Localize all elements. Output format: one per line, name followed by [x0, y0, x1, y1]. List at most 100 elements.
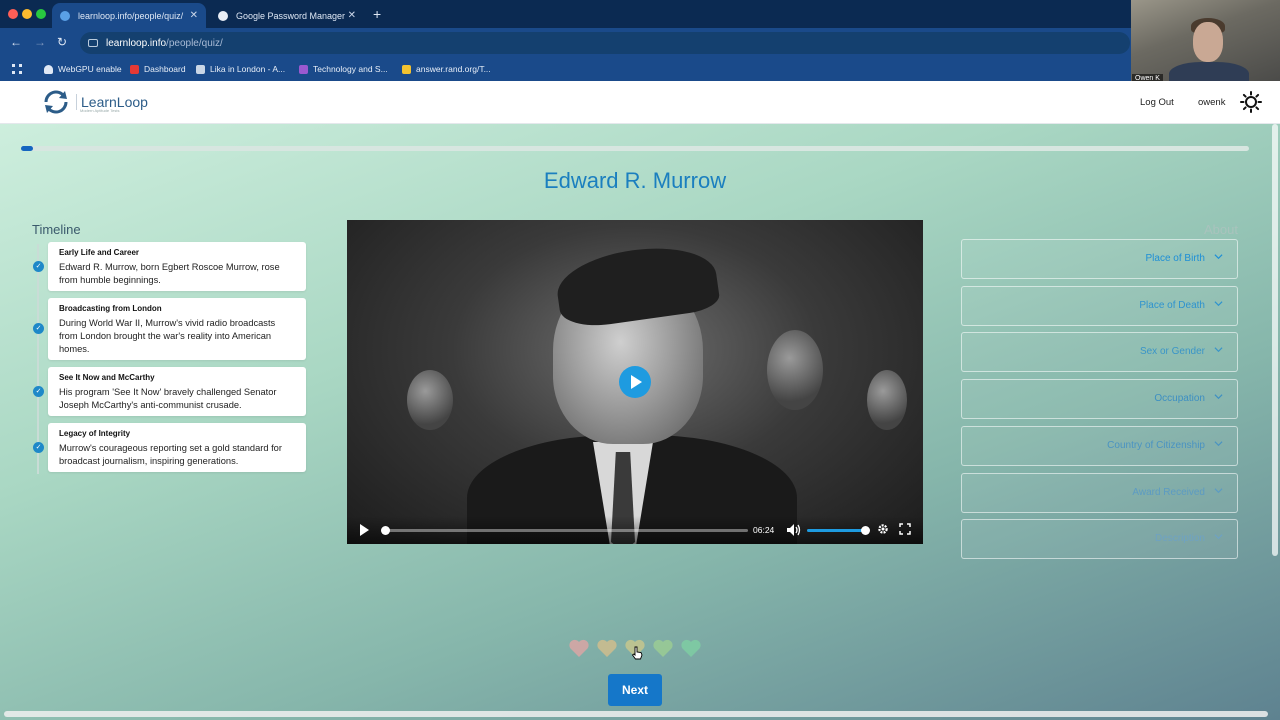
chevron-down-icon — [1214, 534, 1223, 540]
theme-toggle-icon[interactable] — [1240, 91, 1262, 113]
quiz-progress-bar — [21, 146, 1249, 151]
chevron-down-icon — [1214, 300, 1223, 306]
about-accordion-label: Award Received — [1132, 486, 1205, 498]
timeline-line — [37, 244, 39, 474]
close-tab-icon[interactable]: ✕ — [190, 10, 198, 21]
timeline-heading: Timeline — [32, 222, 81, 237]
video-controls: 06:24 — [347, 516, 923, 544]
person-name-title: Edward R. Murrow — [543, 168, 727, 193]
chevron-down-icon — [1214, 394, 1223, 400]
reload-icon[interactable]: ↻ — [57, 35, 67, 49]
pin-icon — [402, 64, 411, 74]
play-icon[interactable] — [360, 524, 369, 536]
forward-icon[interactable]: → — [34, 35, 46, 49]
about-accordion-label: Occupation — [1154, 393, 1205, 405]
logout-link[interactable]: Log Out — [1140, 97, 1174, 108]
username[interactable]: owenk — [1198, 97, 1225, 108]
play-overlay-button[interactable] — [619, 366, 651, 398]
timeline-item-text: His program 'See It Now' bravely challen… — [59, 387, 277, 410]
chart-icon — [299, 64, 308, 74]
webcam-overlay: Owen K — [1131, 0, 1280, 84]
chevron-down-icon — [1214, 441, 1223, 446]
fullscreen-icon[interactable] — [899, 523, 911, 535]
site-settings-icon[interactable] — [88, 39, 98, 47]
about-accordion-item[interactable]: Description — [961, 519, 1238, 560]
volume-icon[interactable] — [787, 524, 801, 536]
timeline-item-text: Murrow's courageous reporting set a gold… — [59, 443, 282, 466]
heart-rating-icon[interactable] — [568, 638, 590, 658]
bookmark-technology[interactable]: Technology and S... — [299, 64, 388, 74]
quiz-progress-fill — [21, 146, 34, 151]
video-player[interactable]: 06:24 — [347, 220, 923, 544]
tab-password-manager-label: Google Password Manager — [236, 10, 346, 21]
about-accordion-label: Sex or Gender — [1139, 346, 1205, 358]
bookmark-lika-label: Lika in London - A... — [210, 64, 286, 74]
bookmark-rand-label: answer.rand.org/T... — [416, 64, 491, 74]
check-circle-icon: ✓ — [33, 386, 44, 397]
settings-gear-icon[interactable] — [877, 523, 889, 535]
bookmark-dashboard[interactable]: Dashboard — [130, 64, 186, 74]
timeline-item: Broadcasting from London During World Wa… — [48, 298, 306, 360]
new-tab-icon[interactable]: + — [373, 6, 381, 22]
next-button[interactable]: Next — [608, 674, 662, 706]
video-duration: 06:24 — [753, 525, 775, 535]
close-tab-icon[interactable]: ✕ — [348, 10, 356, 21]
heart-rating-icon[interactable] — [596, 638, 618, 658]
back-icon[interactable]: ← — [10, 35, 22, 49]
seek-bar[interactable] — [381, 526, 748, 535]
horizontal-scrollbar[interactable] — [4, 711, 1268, 717]
about-accordion-label: Place of Birth — [1145, 253, 1205, 264]
minimize-window-button[interactable] — [22, 9, 32, 19]
seek-handle[interactable] — [381, 526, 390, 535]
about-accordion-item[interactable]: Place of Death — [961, 285, 1238, 326]
tab-learnloop-label: learnloop.info/people/quiz/ — [78, 10, 184, 21]
globe-icon — [60, 10, 70, 21]
heart-rating-icon[interactable] — [652, 638, 674, 658]
url-input[interactable]: learnloop.info/people/quiz/ — [80, 32, 1130, 54]
bookmarks-bar: WebGPU enable Dashboard Lika in London -… — [0, 58, 1280, 81]
check-circle-icon: ✓ — [33, 261, 44, 272]
timeline-item: Legacy of Integrity Murrow's courageous … — [48, 423, 306, 472]
about-accordion-item[interactable]: Sex or Gender — [961, 332, 1238, 373]
about-accordion-item[interactable]: Place of Birth — [961, 239, 1238, 279]
zoom-window-button[interactable] — [36, 9, 46, 19]
browser-tab-bar: learnloop.info/people/quiz/ ✕ Google Pas… — [0, 0, 1280, 28]
about-heading: About — [1204, 222, 1238, 237]
heart-rating-icon[interactable] — [680, 638, 702, 658]
about-accordion-item[interactable]: Occupation — [961, 379, 1238, 420]
bookmark-technology-label: Technology and S... — [313, 64, 388, 74]
bookmark-lika[interactable]: Lika in London - A... — [196, 64, 285, 74]
quiz-page: Edward R. Murrow Timeline ✓ Early Life a… — [0, 124, 1280, 720]
learnloop-logo[interactable]: LearnLoop Modern Aptitude Tests — [40, 88, 148, 116]
timeline-item-heading: Early Life and Career — [59, 248, 140, 257]
apps-grid-icon[interactable] — [12, 64, 22, 74]
about-accordion-label: Description — [1154, 533, 1205, 545]
timeline-item: See It Now and McCarthy His program 'See… — [48, 367, 306, 416]
about-accordion-label: Place of Death — [1139, 299, 1205, 311]
volume-slider[interactable] — [807, 526, 870, 535]
chevron-down-icon — [1214, 347, 1223, 353]
about-accordion-item[interactable]: Award Received — [961, 472, 1238, 513]
close-window-button[interactable] — [8, 9, 18, 19]
about-accordion-item[interactable]: Country of Citizenship — [961, 425, 1238, 466]
brand-tagline: Modern Aptitude Tests — [80, 108, 120, 113]
url-host: learnloop.info — [106, 37, 167, 49]
address-toolbar: ← → ↻ learnloop.info/people/quiz/ — [0, 28, 1280, 58]
timeline-item-text: During World War II, Murrow's vivid radi… — [59, 318, 276, 354]
loop-logo-icon — [44, 90, 68, 114]
chevron-down-icon — [1214, 487, 1223, 493]
check-circle-icon: ✓ — [33, 323, 44, 334]
volume-handle[interactable] — [861, 526, 870, 535]
tab-learnloop[interactable]: learnloop.info/people/quiz/ ✕ — [52, 3, 206, 28]
bookmark-rand[interactable]: answer.rand.org/T... — [402, 64, 491, 74]
timeline-item-heading: Broadcasting from London — [59, 304, 162, 313]
timeline-item-heading: Legacy of Integrity — [59, 429, 131, 438]
vertical-scrollbar[interactable] — [1272, 124, 1278, 556]
dashboard-icon — [130, 64, 139, 74]
chevron-down-icon — [1214, 254, 1223, 260]
site-header: LearnLoop Modern Aptitude Tests Log Out … — [0, 81, 1280, 124]
bookmark-webgpu[interactable]: WebGPU enable — [44, 64, 122, 74]
tab-password-manager[interactable]: Google Password Manager ✕ — [210, 3, 364, 28]
timeline-item: Early Life and Career Edward R. Murrow, … — [48, 242, 306, 291]
bookmark-dashboard-label: Dashboard — [144, 64, 186, 74]
